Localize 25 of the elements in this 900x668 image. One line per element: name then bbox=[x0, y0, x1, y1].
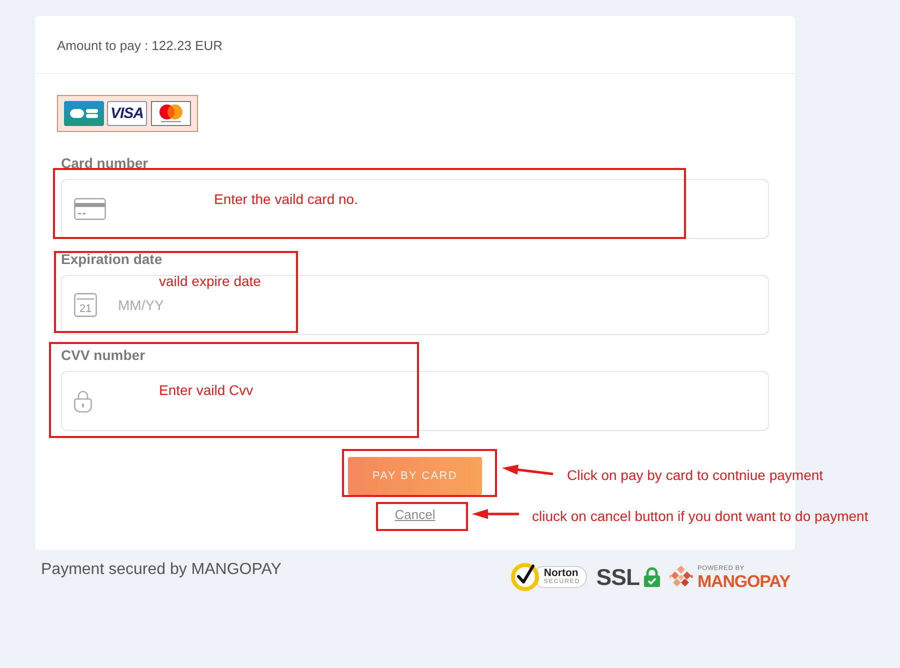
ssl-label: SSL bbox=[596, 564, 640, 590]
annotation-note: Enter vaild Cvv bbox=[159, 382, 254, 398]
annotation-note: Click on pay by card to contniue payment bbox=[567, 467, 824, 483]
credit-card-icon bbox=[74, 198, 106, 220]
secured-by-text: Payment secured by MANGOPAY bbox=[41, 561, 282, 579]
badge-title: Norton bbox=[544, 568, 578, 579]
overlapping-circles-icon bbox=[151, 101, 191, 126]
input-field[interactable] bbox=[61, 371, 769, 431]
calendar-icon: 21 bbox=[74, 293, 97, 317]
brand-name: MANGOPAY bbox=[698, 572, 790, 590]
card-brand-icon bbox=[64, 101, 104, 126]
field-label: Card number bbox=[61, 155, 150, 171]
field-label: CVV number bbox=[61, 347, 146, 363]
annotation-note: cliuck on cancel button if you dont want to do payment bbox=[532, 508, 868, 524]
cancel-link[interactable]: Cancel bbox=[394, 507, 436, 522]
annotation-note: vaild expire date bbox=[159, 273, 261, 289]
input-field[interactable] bbox=[61, 179, 769, 239]
field-label: Expiration date bbox=[61, 251, 164, 267]
card-brand-logo: VISA bbox=[107, 101, 147, 126]
annotation-note: Enter the vaild card no. bbox=[214, 191, 358, 207]
lock-icon bbox=[644, 567, 660, 587]
amount-to-pay: Amount to pay : 122.23 EUR bbox=[57, 38, 222, 53]
diamond-logo-icon bbox=[668, 565, 692, 589]
padlock-icon bbox=[74, 390, 92, 412]
pay-button[interactable]: PAY BY CARD bbox=[348, 457, 482, 495]
